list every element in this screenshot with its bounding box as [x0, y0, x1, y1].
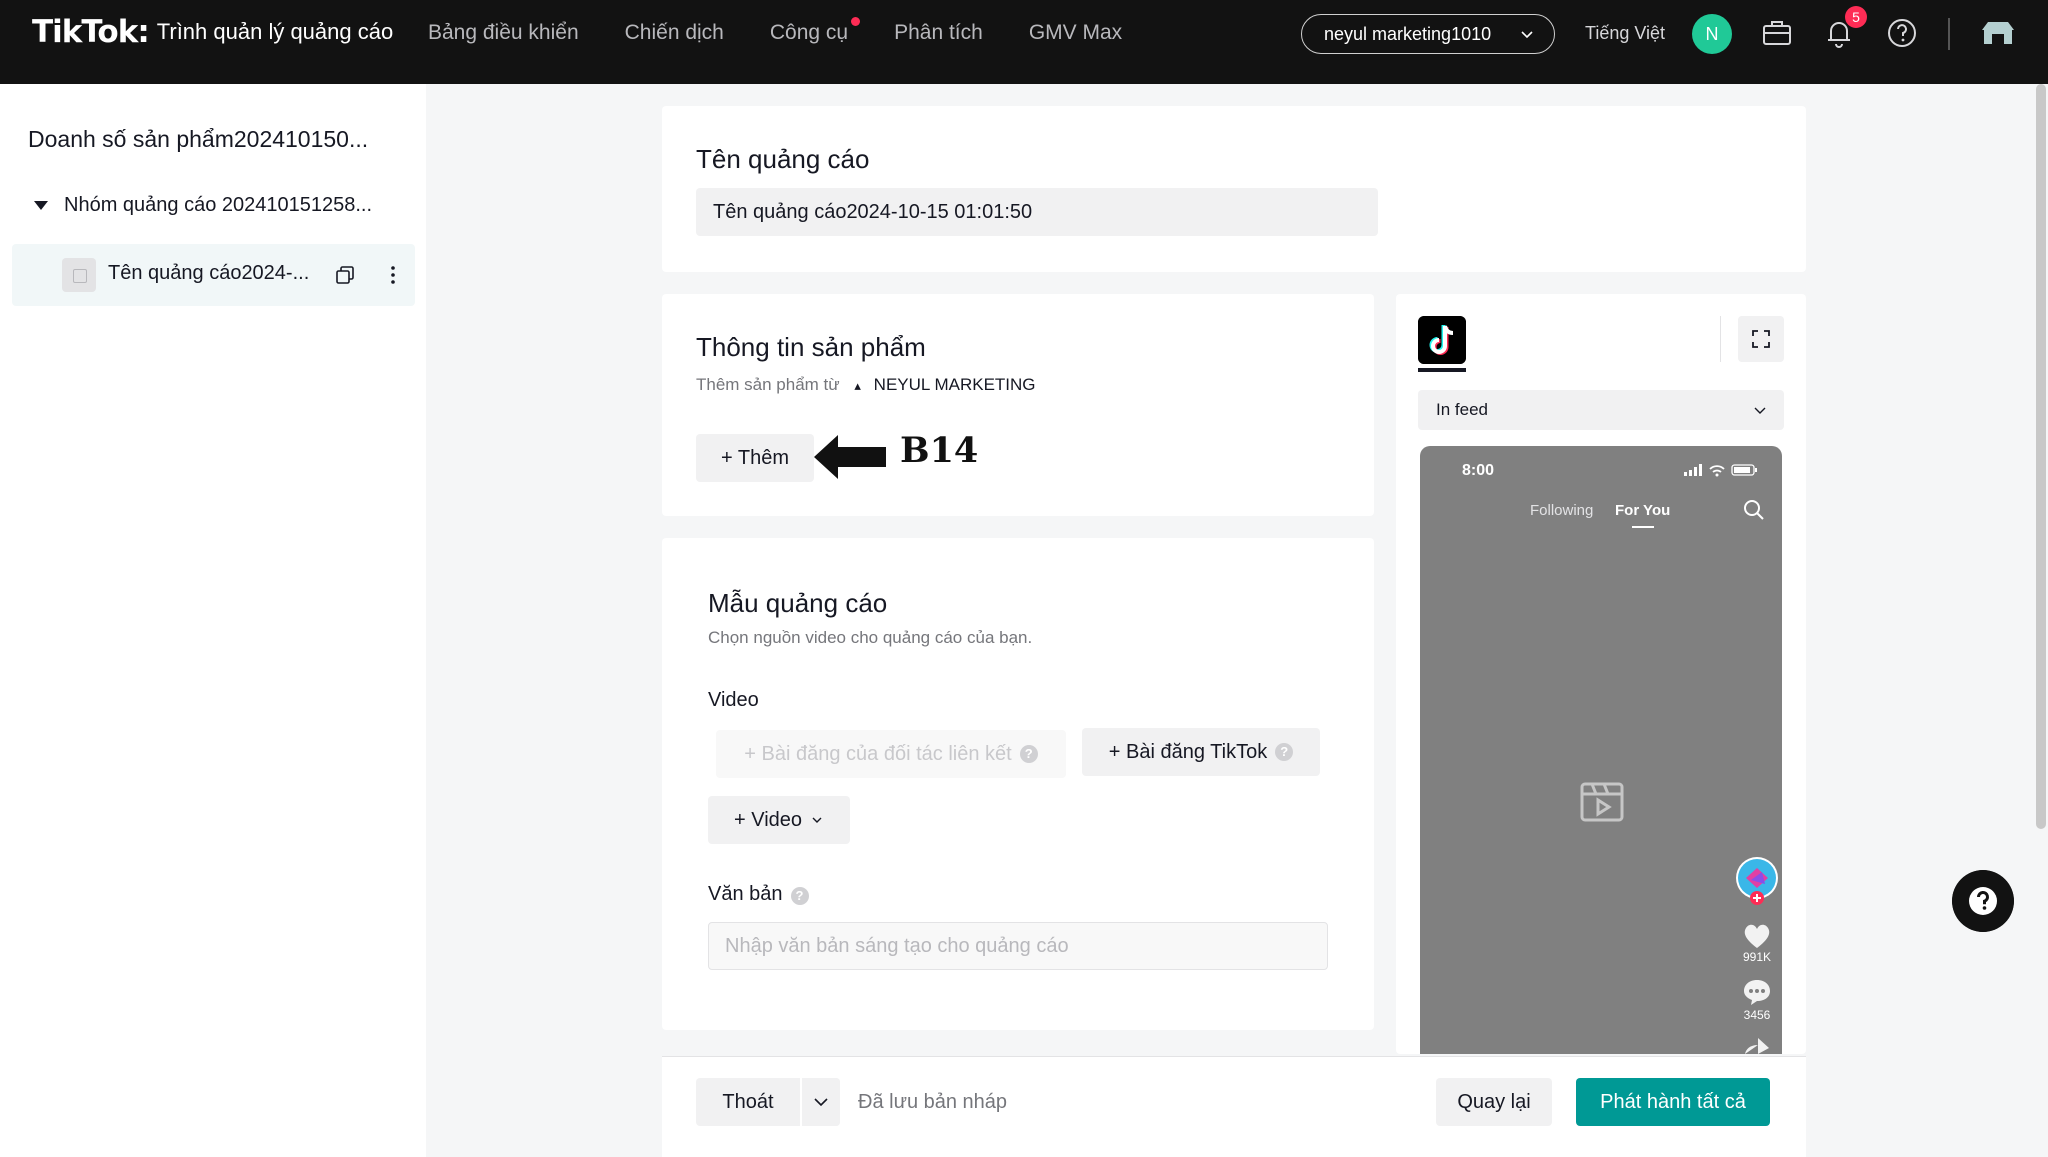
ad-group-label: Nhóm quảng cáo 202410151258... [64, 194, 373, 216]
info-icon: ? [1019, 745, 1038, 763]
language-switcher[interactable]: Tiếng Việt [1585, 23, 1665, 44]
ad-name-input[interactable]: Tên quảng cáo2024-10-15 01:01:50 [696, 188, 1378, 236]
arrow-left-icon [814, 435, 886, 479]
main-nav: Bảng điều khiển Chiến dịch Công cụ Phân … [428, 0, 1168, 66]
product-info-title: Thông tin sản phẩm [696, 332, 926, 362]
placement-select[interactable]: In feed [1418, 390, 1784, 430]
account-selector[interactable]: neyul marketing1010 [1301, 14, 1555, 54]
video-placeholder-icon [1580, 782, 1624, 822]
shop-icon[interactable] [1978, 16, 2018, 50]
for-you-underline [1632, 526, 1654, 528]
ad-text-input[interactable]: Nhập văn bản sáng tạo cho quảng cáo [708, 922, 1328, 970]
help-icon[interactable] [1885, 16, 1919, 50]
product-name: Trình quản lý quảng cáo [156, 19, 394, 44]
creative-title: Mẫu quảng cáo [708, 588, 888, 618]
product-source: Thêm sản phẩm từ ▴ NEYUL MARKETING [696, 375, 1036, 394]
nav-tools[interactable]: Công cụ [770, 17, 861, 45]
ad-item-label: Tên quảng cáo2024-... [108, 262, 310, 284]
avatar[interactable]: N [1692, 14, 1732, 54]
exit-button[interactable]: Thoát [696, 1078, 800, 1126]
ad-name-title: Tên quảng cáo [696, 144, 870, 174]
info-icon: ? [1275, 743, 1294, 761]
active-tab-indicator [1418, 368, 1466, 372]
heart-icon [1744, 924, 1770, 948]
product-info-card: Thông tin sản phẩm Thêm sản phẩm từ ▴ NE… [662, 294, 1374, 516]
add-video-button[interactable]: + Video [708, 796, 850, 844]
share-icon [1745, 1038, 1769, 1054]
add-product-button[interactable]: + Thêm [696, 434, 814, 482]
video-label: Video [708, 689, 759, 711]
likes-count: 991K [1742, 950, 1772, 964]
tiktok-logo-icon [1418, 316, 1466, 364]
text-label: Văn bản? [708, 883, 809, 906]
action-footer: Thoát Đã lưu bản nháp Quay lại Phát hành… [662, 1056, 1806, 1157]
chevron-down-icon [1754, 407, 1766, 414]
chevron-down-icon [812, 817, 822, 823]
ad-preview-panel: In feed 8:00 Following For You 991K 3456 [1396, 294, 1806, 1054]
help-chat-icon[interactable] [1952, 870, 2014, 932]
duplicate-icon[interactable] [334, 264, 356, 286]
ad-name-card: Tên quảng cáo Tên quảng cáo2024-10-15 01… [662, 106, 1806, 272]
shop-name: NEYUL MARKETING [873, 375, 1036, 394]
header-divider [1948, 18, 1950, 50]
sidebar-ad-item[interactable]: Tên quảng cáo2024-... [12, 244, 415, 306]
nav-gmv-max[interactable]: GMV Max [1029, 21, 1122, 45]
affiliate-post-button[interactable]: + Bài đăng của đối tác liên kết? [716, 730, 1066, 778]
brand[interactable]: TikTok: Trình quản lý quảng cáo [32, 14, 393, 50]
status-bar-icons [1684, 464, 1757, 477]
fullscreen-icon[interactable] [1738, 316, 1784, 362]
tab-following: Following [1530, 502, 1594, 519]
step-annotation: B14 [900, 430, 979, 471]
ad-tree-sidebar: Doanh số sản phẩm202410150... Nhóm quảng… [0, 84, 426, 1157]
comment-icon [1744, 980, 1770, 1005]
shop-icon: ▴ [854, 378, 861, 393]
ad-thumbnail-icon [62, 258, 96, 292]
nav-analytics[interactable]: Phân tích [894, 21, 983, 45]
top-bar: TikTok: Trình quản lý quảng cáo Bảng điề… [0, 0, 2048, 84]
tools-new-dot [851, 17, 861, 26]
phone-time: 8:00 [1462, 462, 1495, 479]
page-scrollbar[interactable] [2036, 84, 2046, 829]
sidebar-ad-group[interactable]: Nhóm quảng cáo 202410151258... [34, 194, 372, 217]
sidebar-campaign[interactable]: Doanh số sản phẩm202410150... [28, 126, 368, 153]
account-name: neyul marketing1010 [1324, 23, 1492, 44]
tab-for-you: For You [1615, 502, 1671, 519]
more-options-icon[interactable] [382, 262, 404, 288]
back-button[interactable]: Quay lại [1436, 1078, 1552, 1126]
comments-count: 3456 [1743, 1008, 1771, 1022]
publish-all-button[interactable]: Phát hành tất cả [1576, 1078, 1770, 1126]
preview-divider [1720, 316, 1721, 362]
info-icon: ? [790, 887, 809, 905]
draft-status: Đã lưu bản nháp [858, 1091, 1008, 1113]
tiktok-post-button[interactable]: + Bài đăng TikTok? [1082, 728, 1320, 776]
notification-badge: 5 [1845, 6, 1867, 28]
creative-subtitle: Chọn nguồn video cho quảng cáo của bạn. [708, 628, 1033, 647]
caret-down-icon[interactable] [34, 201, 48, 210]
search-icon [1744, 500, 1764, 520]
nav-campaigns[interactable]: Chiến dịch [625, 21, 724, 45]
tiktok-logo: TikTok: [32, 14, 150, 50]
briefcase-icon[interactable] [1760, 16, 1794, 50]
nav-dashboard[interactable]: Bảng điều khiển [428, 21, 579, 45]
phone-mockup: 8:00 Following For You 991K 3456 [1420, 446, 1782, 1054]
exit-options-icon[interactable] [802, 1078, 840, 1126]
creator-avatar-icon [1736, 857, 1778, 905]
chevron-down-icon [1521, 31, 1533, 39]
